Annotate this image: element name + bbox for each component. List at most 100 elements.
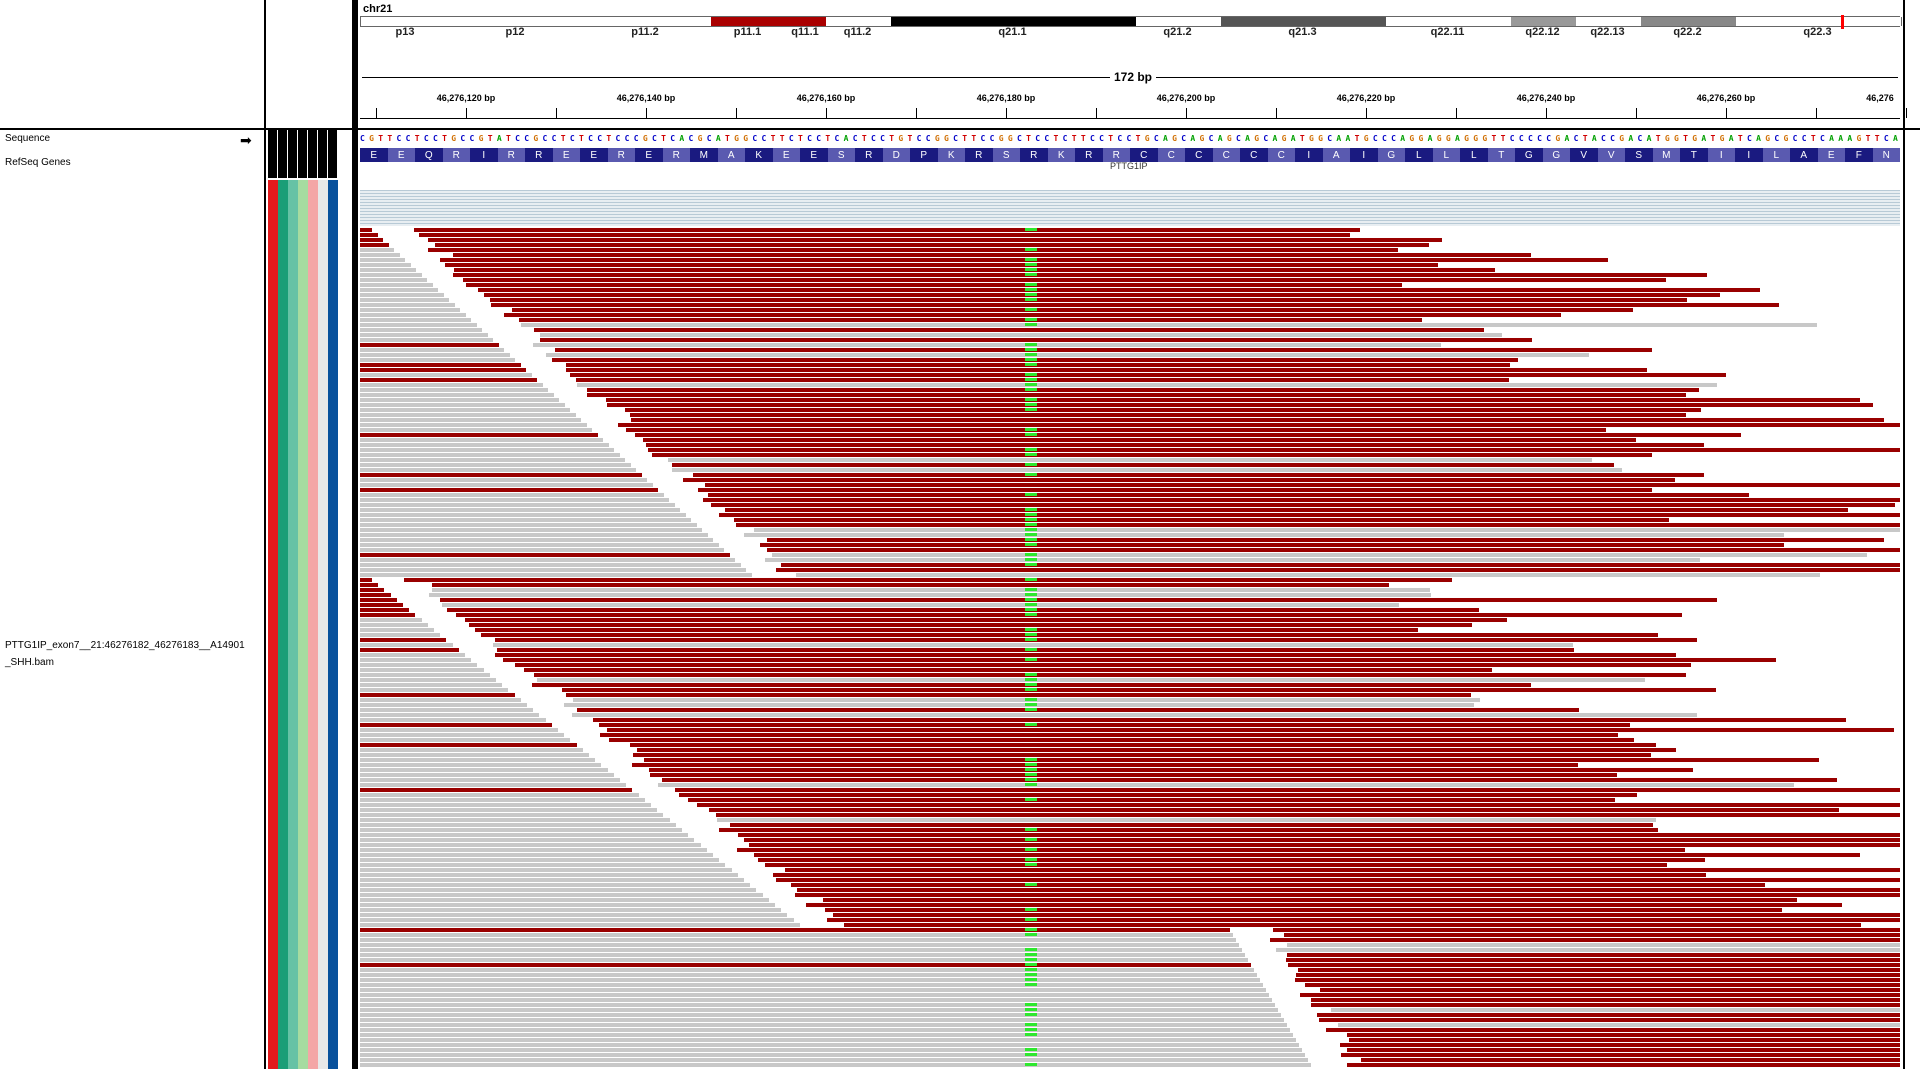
read[interactable] [360, 343, 499, 347]
read[interactable] [718, 513, 1900, 517]
read[interactable] [432, 588, 1431, 592]
read[interactable] [455, 613, 1683, 617]
read[interactable] [554, 348, 1653, 352]
read[interactable] [1330, 1008, 1900, 1012]
read[interactable] [360, 1033, 1293, 1037]
read[interactable] [360, 313, 466, 317]
read[interactable] [735, 523, 1900, 527]
read[interactable] [1285, 958, 1900, 962]
band-q22.2[interactable] [1641, 17, 1737, 26]
read[interactable] [688, 798, 1615, 802]
read[interactable] [503, 313, 1561, 317]
read[interactable] [428, 593, 1432, 597]
read[interactable] [586, 393, 1687, 397]
read[interactable] [648, 768, 1693, 772]
read[interactable] [360, 878, 744, 882]
read[interactable] [360, 768, 608, 772]
read[interactable] [360, 458, 625, 462]
read[interactable] [360, 633, 441, 637]
read[interactable] [360, 518, 691, 522]
read[interactable] [360, 683, 503, 687]
read[interactable] [360, 298, 449, 302]
read[interactable] [360, 353, 510, 357]
coverage-track[interactable] [360, 190, 1900, 226]
read[interactable] [360, 608, 410, 612]
read[interactable] [360, 818, 670, 822]
read[interactable] [360, 573, 752, 577]
read[interactable] [702, 498, 1900, 502]
refseq-gene-track[interactable]: EEQRIRREERERMAKEESRDPKRSRKRRCCCCCCIAIGLL… [360, 148, 1900, 162]
read[interactable] [360, 363, 521, 367]
read[interactable] [360, 948, 1242, 952]
read[interactable] [360, 893, 763, 897]
read[interactable] [447, 608, 1479, 612]
read[interactable] [1349, 1038, 1900, 1042]
band-q22.3[interactable] [1736, 17, 1902, 26]
read[interactable] [360, 858, 720, 862]
read[interactable] [564, 703, 1474, 707]
attribute-column[interactable] [268, 180, 278, 1069]
read[interactable] [434, 243, 1429, 247]
band-p11.1[interactable] [711, 17, 787, 26]
read[interactable] [360, 918, 794, 922]
read[interactable] [760, 543, 1784, 547]
read[interactable] [360, 588, 385, 592]
attribute-header[interactable] [318, 130, 327, 178]
read[interactable] [1287, 963, 1900, 967]
read[interactable] [427, 248, 1399, 252]
read[interactable] [360, 368, 526, 372]
read[interactable] [1304, 983, 1900, 987]
read[interactable] [523, 668, 1492, 672]
read[interactable] [360, 248, 394, 252]
read[interactable] [360, 533, 708, 537]
read[interactable] [360, 723, 552, 727]
read[interactable] [637, 748, 1676, 752]
band-p12[interactable] [451, 17, 582, 26]
read[interactable] [360, 503, 675, 507]
read[interactable] [360, 1063, 1311, 1067]
read[interactable] [753, 528, 1900, 532]
read[interactable] [790, 883, 1766, 887]
read[interactable] [625, 428, 1606, 432]
read[interactable] [360, 963, 1251, 967]
read[interactable] [1317, 1013, 1900, 1017]
read[interactable] [360, 873, 738, 877]
read[interactable] [503, 658, 1776, 662]
read[interactable] [453, 273, 1708, 277]
read[interactable] [418, 233, 1350, 237]
read[interactable] [360, 393, 554, 397]
chromosome-ideogram[interactable] [360, 15, 1902, 29]
read[interactable] [795, 893, 1900, 897]
read[interactable] [360, 378, 537, 382]
read[interactable] [1310, 1003, 1900, 1007]
read[interactable] [454, 268, 1495, 272]
read[interactable] [495, 653, 1676, 657]
read[interactable] [360, 483, 653, 487]
read[interactable] [562, 688, 1716, 692]
read[interactable] [725, 508, 1848, 512]
read[interactable] [360, 443, 609, 447]
alignment-reads[interactable] [360, 228, 1900, 1069]
band-q21.3[interactable] [1221, 17, 1387, 26]
read[interactable] [632, 763, 1579, 767]
read[interactable] [360, 733, 565, 737]
read[interactable] [360, 433, 598, 437]
read[interactable] [730, 823, 1654, 827]
read[interactable] [360, 928, 1230, 932]
read[interactable] [360, 908, 782, 912]
read[interactable] [709, 808, 1840, 812]
read[interactable] [534, 673, 1687, 677]
band-p13[interactable] [361, 17, 452, 26]
read[interactable] [592, 718, 1847, 722]
read[interactable] [360, 933, 1233, 937]
read[interactable] [360, 788, 633, 792]
attribute-header[interactable] [278, 130, 287, 178]
read[interactable] [360, 813, 664, 817]
read[interactable] [360, 578, 372, 582]
read[interactable] [360, 663, 478, 667]
read[interactable] [577, 708, 1579, 712]
read[interactable] [565, 693, 1471, 697]
read[interactable] [360, 438, 603, 442]
read[interactable] [360, 388, 548, 392]
read[interactable] [642, 438, 1636, 442]
